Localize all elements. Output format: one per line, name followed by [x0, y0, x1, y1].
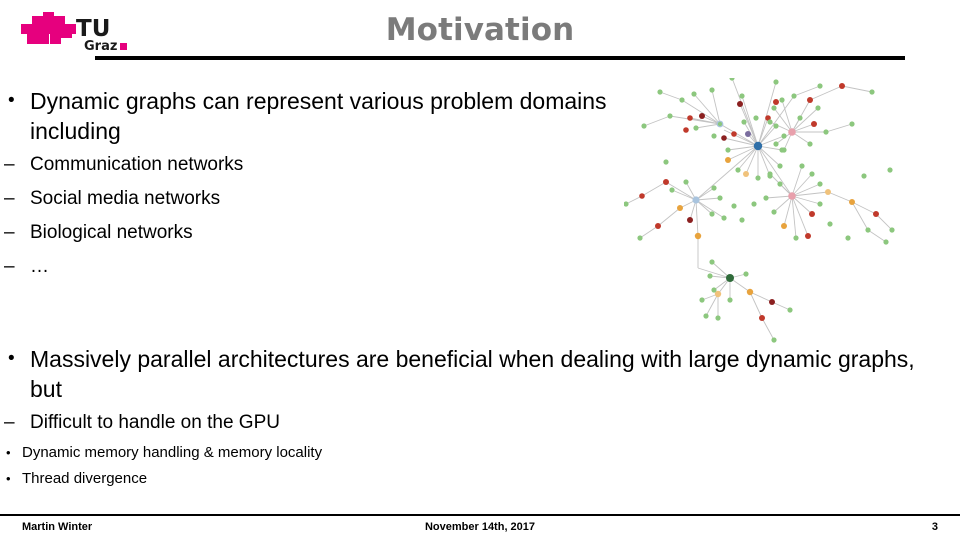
page-title: Motivation	[385, 12, 575, 48]
dash-marker: –	[4, 412, 15, 433]
list-item: – Difficult to handle on the GPU	[0, 406, 620, 440]
sublist-gpu: – Difficult to handle on the GPU	[0, 406, 620, 440]
graph-node-red	[873, 211, 879, 217]
list-item: • Thread divergence	[0, 466, 620, 492]
list-item: – Communication networks	[0, 148, 620, 182]
list-item: – Biological networks	[0, 216, 620, 250]
dash-marker: –	[4, 256, 15, 277]
list-item-label: Thread divergence	[22, 470, 148, 487]
bullet-item-1: • Dynamic graphs can represent various p…	[0, 86, 620, 146]
graph-node-red	[737, 101, 743, 107]
graph-node-hub-pink	[788, 192, 796, 200]
graph-node-purple	[745, 131, 751, 137]
graph-node-red	[687, 217, 693, 223]
list-item-label: …	[30, 256, 49, 277]
graph-node-red	[807, 97, 813, 103]
dash-marker: –	[4, 154, 15, 175]
graph-node-hub-pink	[788, 128, 796, 136]
graph-node-red	[809, 211, 815, 217]
graph-node-red	[683, 127, 689, 133]
list-item-label: Difficult to handle on the GPU	[30, 412, 280, 433]
bullet-block-1: • Dynamic graphs can represent various p…	[0, 86, 620, 146]
slide-body: • Dynamic graphs can represent various p…	[0, 86, 915, 492]
graph-node-red	[811, 121, 817, 127]
graph-node-hub-blue	[753, 141, 763, 151]
bullet-text: Dynamic graphs can represent various pro…	[30, 88, 607, 144]
list-item-label: Dynamic memory handling & memory localit…	[22, 444, 323, 461]
list-item-label: Communication networks	[30, 154, 244, 175]
graph-node-red	[655, 223, 661, 229]
graph-node-orange	[825, 189, 831, 195]
graph-node-orange	[746, 288, 754, 296]
bullet-marker: •	[8, 90, 15, 111]
graph-node-red	[639, 193, 645, 199]
graph-node-hub-darkgreen	[726, 274, 734, 282]
bullet-block-2: • Massively parallel architectures are b…	[0, 344, 915, 404]
bullet-marker: •	[6, 471, 11, 486]
graph-node-red	[663, 179, 669, 185]
dash-marker: –	[4, 188, 15, 209]
dynamic-graph-network-diagram	[624, 78, 920, 362]
list-item-label: Social media networks	[30, 188, 221, 209]
graph-node-red	[773, 99, 779, 105]
graph-node-orange	[677, 205, 683, 211]
footer-divider	[0, 514, 960, 516]
bullet-marker: •	[8, 348, 15, 369]
list-item: – Social media networks	[0, 182, 620, 216]
graph-node-red	[759, 315, 765, 321]
graph-node-red	[699, 113, 705, 119]
list-item: – …	[0, 250, 620, 284]
graph-node-red	[721, 135, 727, 141]
list-item-label: Biological networks	[30, 222, 193, 243]
slide-canvas: TU Graz Motivation • Dynamic graphs can …	[0, 0, 960, 540]
graph-node-red	[769, 299, 775, 305]
graph-node-red	[839, 83, 845, 89]
footer-page-number: 3	[931, 521, 938, 533]
graph-node-orange	[725, 157, 731, 163]
graph-node-hub-lightblue	[692, 196, 700, 204]
title-divider	[95, 56, 905, 60]
list-item: • Dynamic memory handling & memory local…	[0, 440, 620, 466]
graph-node-red	[731, 131, 737, 137]
graph-edges	[625, 78, 893, 341]
graph-node-orange	[781, 223, 787, 229]
dash-marker: –	[4, 222, 15, 243]
graph-node-red	[805, 233, 811, 239]
bullet-marker: •	[6, 445, 11, 460]
sublist-gpu-details: • Dynamic memory handling & memory local…	[0, 440, 620, 492]
sublist-problem-domains: – Communication networks – Social media …	[0, 148, 620, 284]
graph-node-red	[687, 115, 693, 121]
graph-node-orange	[694, 232, 702, 240]
graph-node-orange	[743, 171, 749, 177]
graph-node-orange	[849, 199, 855, 205]
